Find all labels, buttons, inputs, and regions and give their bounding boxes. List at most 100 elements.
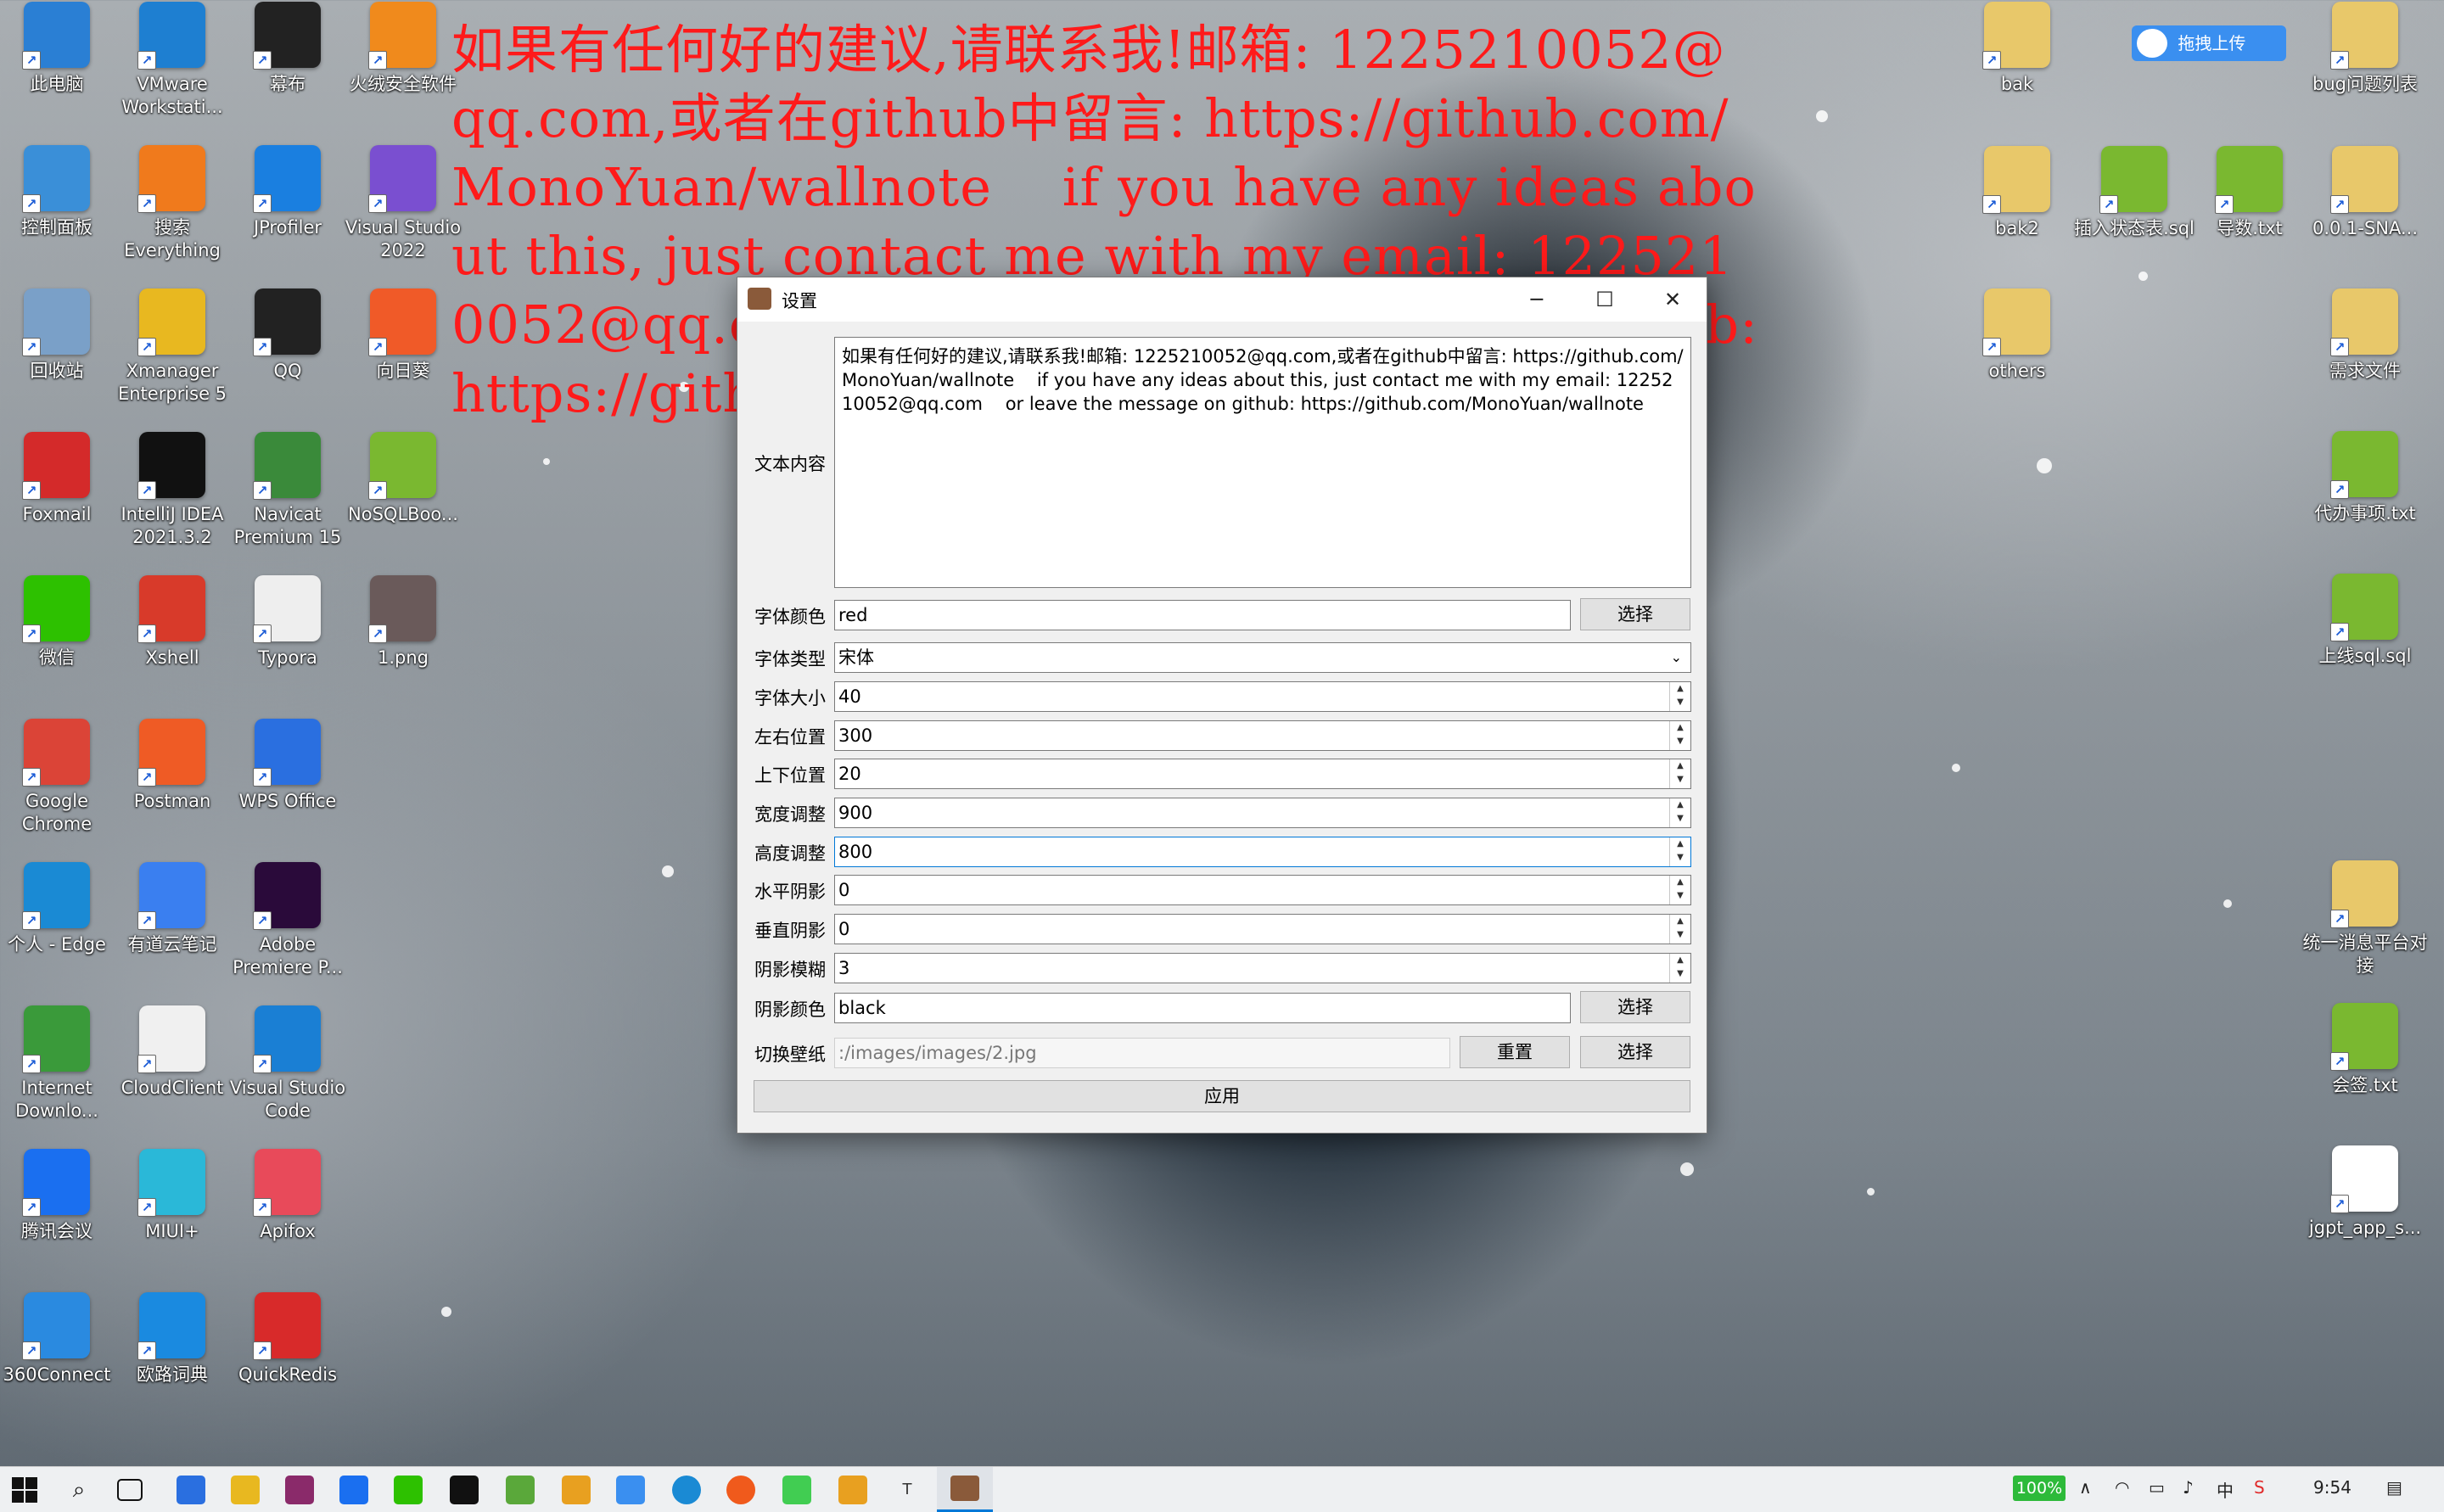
desktop-icon[interactable]: ↗ WPS Office — [224, 719, 351, 813]
desktop-icon[interactable]: ↗ 控制面板 — [0, 145, 121, 239]
volume-icon[interactable]: ♪ — [2183, 1477, 2194, 1498]
spin-arrows-icon[interactable]: ▲ ▼ — [1669, 837, 1690, 866]
spin-arrows-icon[interactable]: ▲ ▼ — [1669, 759, 1690, 788]
wallpaper-reset-button[interactable]: 重置 — [1460, 1036, 1570, 1068]
desktop-icon[interactable]: ↗ Adobe Premiere P... — [224, 862, 351, 979]
font-size-spinbox[interactable]: 40 ▲ ▼ — [834, 681, 1691, 712]
desktop-icon[interactable]: ↗ MIUI+ — [109, 1149, 236, 1243]
desktop-icon[interactable]: ↗ 1.png — [339, 575, 467, 669]
desktop-icon[interactable]: ↗ 回收站 — [0, 288, 121, 383]
shadow-color-choose-button[interactable]: 选择 — [1580, 991, 1690, 1023]
taskbar-app-winrar-icon[interactable] — [285, 1476, 314, 1504]
desktop-icon[interactable]: ↗ 幕布 — [224, 2, 351, 96]
desktop-icon[interactable]: ↗ 个人 - Edge — [0, 862, 121, 956]
desktop-icon[interactable]: ↗ 微信 — [0, 575, 121, 669]
content-textarea[interactable]: 如果有任何好的建议,请联系我!邮箱: 1225210052@qq.com,或者在… — [834, 337, 1691, 588]
battery-icon[interactable]: ▭ — [2149, 1477, 2165, 1498]
taskbar-app-edge-icon[interactable] — [672, 1476, 701, 1504]
taskbar-app-baidu-netdisk-icon[interactable] — [616, 1476, 645, 1504]
desktop-icon[interactable]: ↗ JProfiler — [224, 145, 351, 239]
shadow-blur-spinbox[interactable]: 3 ▲ ▼ — [834, 953, 1691, 983]
minimize-button[interactable]: ─ — [1503, 277, 1571, 322]
battery-indicator[interactable]: 100% — [2013, 1476, 2066, 1501]
desktop-icon[interactable]: ↗ 需求文件 — [2301, 288, 2429, 383]
taskbar-app-xmanager-icon[interactable] — [562, 1476, 591, 1504]
desktop-icon[interactable]: ↗ jgpt_app_s... — [2301, 1145, 2429, 1240]
font-type-select[interactable]: 宋体 ⌄ — [834, 642, 1691, 673]
taskbar-app-notepad-icon[interactable] — [506, 1476, 535, 1504]
top-pos-spinbox[interactable]: 20 ▲ ▼ — [834, 759, 1691, 789]
taskbar-app-intellij-icon[interactable] — [450, 1476, 479, 1504]
taskbar-app-qt-creator-icon[interactable] — [782, 1476, 811, 1504]
desktop-icon[interactable]: ↗ Postman — [109, 719, 236, 813]
desktop-icon[interactable]: ↗ 搜索 Everything — [109, 145, 236, 262]
wallpaper-choose-button[interactable]: 选择 — [1580, 1036, 1690, 1068]
desktop-icon[interactable]: ↗ Visual Studio Code — [224, 1005, 351, 1123]
desktop-icon[interactable]: ↗ 上线sql.sql — [2301, 574, 2429, 668]
spin-arrows-icon[interactable]: ▲ ▼ — [1669, 721, 1690, 750]
desktop-icon[interactable]: ↗ 导数.txt — [2186, 146, 2313, 240]
taskbar-app-wechat-icon[interactable] — [394, 1476, 423, 1504]
wps-tray-icon[interactable]: S — [2254, 1477, 2265, 1498]
desktop-icon[interactable]: ↗ Navicat Premium 15 — [224, 432, 351, 549]
desktop-icon[interactable]: ↗ Xmanager Enterprise 5 — [109, 288, 236, 406]
spin-arrows-icon[interactable]: ▲ ▼ — [1669, 954, 1690, 983]
taskbar-app-git-icon[interactable] — [838, 1476, 867, 1504]
spin-arrows-icon[interactable]: ▲ ▼ — [1669, 798, 1690, 827]
desktop-icon[interactable]: ↗ Foxmail — [0, 432, 121, 526]
desktop-icon[interactable]: ↗ 会签.txt — [2301, 1003, 2429, 1097]
desktop-icon[interactable]: ↗ IntelliJ IDEA 2021.3.2 — [109, 432, 236, 549]
apply-button[interactable]: 应用 — [754, 1080, 1690, 1112]
desktop-icon[interactable]: ↗ Apifox — [224, 1149, 351, 1243]
desktop-icon[interactable]: ↗ Visual Studio 2022 — [339, 145, 467, 262]
task-view-icon[interactable] — [117, 1479, 143, 1501]
desktop-icon[interactable]: ↗ Internet Downlo... — [0, 1005, 121, 1123]
desktop-icon[interactable]: ↗ others — [1954, 288, 2081, 383]
desktop-icon[interactable]: ↗ Typora — [224, 575, 351, 669]
shadow-color-input[interactable]: black — [834, 993, 1571, 1023]
desktop-icon[interactable]: ↗ QQ — [224, 288, 351, 383]
desktop-icon[interactable]: ↗ 插入状态表.sql — [2071, 146, 2198, 240]
desktop-icon[interactable]: ↗ NoSQLBoo... — [339, 432, 467, 526]
desktop-icon[interactable]: ↗ 有道云笔记 — [109, 862, 236, 956]
search-icon[interactable]: ⌕ — [64, 1476, 93, 1504]
desktop-icon[interactable]: ↗ CloudClient — [109, 1005, 236, 1100]
desktop-icon[interactable]: ↗ 360Connect — [0, 1292, 121, 1386]
desktop-icon[interactable]: ↗ 统一消息平台对接 — [2301, 860, 2429, 977]
taskbar-app-explorer-icon[interactable] — [231, 1476, 260, 1504]
desktop-icon[interactable]: ↗ 0.0.1-SNA... — [2301, 146, 2429, 240]
height-spinbox[interactable]: 800 ▲ ▼ — [834, 837, 1691, 867]
desktop-icon[interactable]: ↗ 向日葵 — [339, 288, 467, 383]
notification-icon[interactable]: ▤ — [2386, 1477, 2402, 1498]
windows-start-icon[interactable] — [12, 1477, 37, 1503]
desktop-icon[interactable]: ↗ bug问题列表 — [2301, 2, 2429, 96]
taskbar-app-typora-icon[interactable]: T — [893, 1476, 922, 1504]
close-button[interactable]: ✕ — [1639, 277, 1707, 322]
desktop-icon[interactable]: ↗ QuickRedis — [224, 1292, 351, 1386]
taskbar-active-app[interactable] — [937, 1467, 993, 1512]
taskbar-app-wps-icon[interactable] — [177, 1476, 205, 1504]
desktop-icon[interactable]: ↗ Xshell — [109, 575, 236, 669]
desktop-icon[interactable]: ↗ 代办事项.txt — [2301, 431, 2429, 525]
clock[interactable]: 9:54 — [2313, 1477, 2352, 1498]
desktop-icon[interactable]: ↗ VMware Workstati... — [109, 2, 236, 119]
spin-arrows-icon[interactable]: ▲ ▼ — [1669, 682, 1690, 711]
drag-upload-widget[interactable]: 拖拽上传 — [2132, 25, 2286, 61]
ime-indicator[interactable]: 中 — [2217, 1477, 2234, 1502]
chevron-up-icon[interactable]: ∧ — [2079, 1477, 2092, 1498]
desktop-icon[interactable]: ↗ bak2 — [1954, 146, 2081, 240]
taskbar-app-feishu-icon[interactable] — [339, 1476, 368, 1504]
h-shadow-spinbox[interactable]: 0 ▲ ▼ — [834, 875, 1691, 905]
wifi-icon[interactable]: ◠ — [2115, 1477, 2129, 1498]
desktop-icon[interactable]: ↗ bak — [1954, 2, 2081, 96]
desktop-icon[interactable]: ↗ 欧路词典 — [109, 1292, 236, 1386]
desktop-icon[interactable]: ↗ 火绒安全软件 — [339, 2, 467, 96]
desktop-icon[interactable]: ↗ 腾讯会议 — [0, 1149, 121, 1243]
desktop-icon[interactable]: ↗ 此电脑 — [0, 2, 121, 96]
width-spinbox[interactable]: 900 ▲ ▼ — [834, 798, 1691, 828]
wallpaper-path-input[interactable]: :/images/images/2.jpg — [834, 1038, 1450, 1068]
spin-arrows-icon[interactable]: ▲ ▼ — [1669, 876, 1690, 904]
taskbar-app-firefox-icon[interactable] — [726, 1476, 755, 1504]
maximize-button[interactable]: ☐ — [1571, 277, 1639, 322]
desktop-icon[interactable]: ↗ Google Chrome — [0, 719, 121, 836]
